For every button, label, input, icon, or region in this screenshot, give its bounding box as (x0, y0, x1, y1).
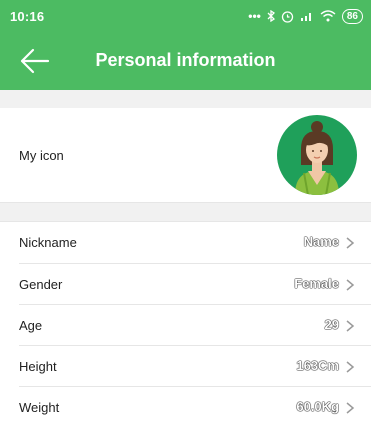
field-value: 60.0Kg (296, 399, 339, 414)
field-label: Age (19, 318, 43, 333)
field-value: 29 (324, 317, 339, 332)
field-row-age[interactable]: Age 29 (0, 305, 371, 346)
field-label: Gender (19, 277, 63, 292)
field-label: Height (19, 359, 57, 374)
more-dots-icon: ••• (248, 9, 261, 23)
chevron-right-icon (346, 402, 355, 414)
alarm-icon (281, 10, 294, 23)
status-bar: 10:16 ••• 86 (0, 0, 371, 32)
field-value: Name (303, 234, 339, 249)
field-row-weight[interactable]: Weight 60.0Kg (0, 387, 371, 428)
chevron-right-icon (346, 361, 355, 373)
wifi-icon (320, 10, 336, 22)
chevron-right-icon (346, 320, 355, 332)
chevron-right-icon (346, 279, 355, 291)
avatar[interactable] (277, 115, 357, 195)
field-row-height[interactable]: Height 163Cm (0, 346, 371, 387)
my-icon-label: My icon (19, 148, 64, 163)
field-label: Nickname (19, 235, 77, 250)
field-row-nickname[interactable]: Nickname Name (0, 222, 371, 263)
field-value: 163Cm (296, 358, 339, 373)
bluetooth-icon (267, 10, 275, 22)
chevron-right-icon (346, 237, 355, 249)
section-gap (0, 90, 371, 109)
field-label: Weight (19, 400, 60, 415)
field-row-gender[interactable]: Gender Female (0, 264, 371, 305)
battery-indicator: 86 (341, 8, 363, 24)
status-icons: ••• 86 (248, 7, 363, 25)
app-bar: Personal information (0, 32, 371, 90)
section-gap (0, 202, 371, 222)
page-title: Personal information (95, 50, 276, 70)
signal-icon (300, 13, 311, 21)
status-time: 10:16 (10, 9, 45, 24)
field-value: Female (294, 276, 339, 291)
female-avatar-icon (295, 121, 339, 195)
